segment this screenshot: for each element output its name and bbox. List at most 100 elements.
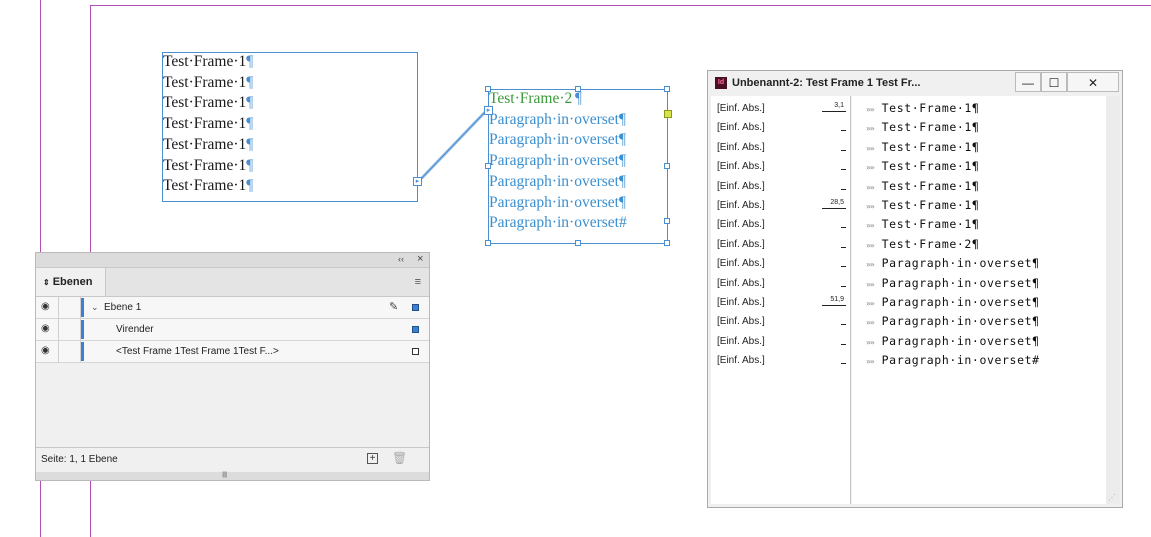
story-text-row[interactable]: »» Test·Frame·1¶ [852,177,1106,196]
panel-menu-icon[interactable]: ≡ [415,277,421,288]
story-text-row[interactable]: »» Test·Frame·1¶ [852,99,1106,118]
text-frame-1[interactable]: Test·Frame·1¶ Test·Frame·1¶ Test·Frame·1¶ T… [162,52,422,202]
story-text-line: »» Test·Frame·1¶ [866,138,979,158]
panel-resize-grip[interactable]: |||||||| [36,472,429,480]
story-text-row[interactable]: »» Test·Frame·2¶ [852,235,1106,254]
style-row: [Einf. Abs.] [711,332,850,351]
panel-footer: Seite: 1, 1 Ebene + 🗑 [36,447,429,472]
collapse-panel-icon[interactable]: ‹‹ [398,253,404,266]
resize-handle-bottom-right[interactable] [664,240,670,246]
story-text-content: Paragraph·in·overset# [881,353,1040,368]
layer-name: Virender [116,324,154,335]
story-text-row[interactable]: »» Paragraph·in·overset¶ [852,312,1106,331]
story-text-row[interactable]: »» Paragraph·in·overset¶ [852,274,1106,293]
resize-handle-lower-right-extra[interactable] [664,218,670,224]
expand-chevron-icon[interactable]: ⌄ [91,297,99,318]
paragraph-style-name: [Einf. Abs.] [717,355,765,367]
minimize-button[interactable]: — [1015,72,1041,92]
frame-1-line-text: Test·Frame·1 [163,177,247,195]
pilcrow-mark: ¶ [246,156,254,174]
updown-arrows-icon: ⇕ [43,278,50,287]
resize-handle-bottom-center[interactable] [575,240,581,246]
frame-2-line-text: Paragraph·in·overset [489,110,619,128]
line-end-mark: # [618,214,627,232]
eye-icon[interactable]: ◉ [41,301,50,312]
story-text-row[interactable]: »» Test·Frame·1¶ [852,118,1106,137]
story-text-line: »» Paragraph·in·overset¶ [866,312,1040,332]
layer-row-text-frame[interactable]: ◉ <Test Frame 1Test Frame 1Test F...> [36,341,429,363]
story-text-row[interactable]: »» Paragraph·in·overset¶ [852,293,1106,312]
selection-swatch-icon[interactable] [412,304,419,311]
close-button[interactable]: ✕ [1067,72,1119,92]
maximize-button[interactable]: ☐ [1041,72,1067,92]
story-text-column[interactable]: »» Test·Frame·1¶ »» Test·Frame·1¶ »» Test·Fra… [852,96,1106,504]
resize-handle-top-center[interactable] [575,86,581,92]
panel-status-text: Seite: 1, 1 Ebene [41,454,118,465]
eye-icon[interactable]: ◉ [41,323,50,334]
style-row: [Einf. Abs.] [711,177,850,196]
paragraph-style-name: [Einf. Abs.] [717,122,765,134]
resize-handle-top-left[interactable] [485,86,491,92]
style-row: [Einf. Abs.] [711,235,850,254]
style-row: [Einf. Abs.] [711,157,850,176]
story-text-row[interactable]: »» Paragraph·in·overset# [852,351,1106,370]
style-row: [Einf. Abs.] 51,9 [711,293,850,312]
resize-handle-bottom-left[interactable] [485,240,491,246]
grip-dots-icon: |||||||| [222,472,228,478]
text-frame-2[interactable]: Test·Frame·2 ¶ Paragraph·in·overset¶ Paragr… [484,86,672,246]
overset-indicator-icon[interactable] [664,110,672,118]
frame-2-first-line: Test·Frame·2 [489,90,573,107]
window-title: Unbenannt-2: Test Frame 1 Test Fr... [732,77,921,89]
frame-2-overset-line: Paragraph·in·overset¶ [489,151,626,172]
tab-ebenen[interactable]: ⇕ Ebenen [36,268,106,296]
story-text-line: »» Paragraph·in·overset# [866,351,1040,371]
line-end-mark: ¶ [618,152,627,170]
paragraph-chevron-icon: »» [866,337,875,347]
paragraph-chevron-icon: »» [866,182,875,192]
style-row: [Einf. Abs.] [711,254,850,273]
delete-layer-icon[interactable]: 🗑 [392,451,407,465]
eye-icon[interactable]: ◉ [41,345,50,356]
pilcrow-mark: ¶ [246,73,254,91]
frame-2-overset-line: Paragraph·in·overset¶ [489,193,626,214]
frame-1-line-text: Test·Frame·1 [163,53,247,70]
frame-1-line-text: Test·Frame·1 [163,135,247,153]
story-text-row[interactable]: »» Test·Frame·1¶ [852,157,1106,176]
resize-grip-icon[interactable]: ⋰ [1108,493,1116,502]
story-text-row[interactable]: »» Test·Frame·1¶ [852,215,1106,234]
story-text-row[interactable]: »» Paragraph·in·overset¶ [852,254,1106,273]
frame-1-line: Test·Frame·1¶ [163,135,253,156]
paragraph-style-name: [Einf. Abs.] [717,161,765,173]
layer-row-virender[interactable]: ◉ Virender [36,319,429,341]
paragraph-style-name: [Einf. Abs.] [717,103,765,114]
selection-swatch-icon[interactable] [412,348,419,355]
new-layer-icon[interactable]: + [367,453,378,464]
paragraph-style-name: [Einf. Abs.] [717,335,765,347]
layer-name: <Test Frame 1Test Frame 1Test F...> [116,346,279,357]
selection-swatch-icon[interactable] [412,326,419,333]
frame-1-line: Test·Frame·1¶ [163,52,253,73]
pilcrow-mark: ¶ [246,94,254,112]
out-port-icon[interactable]: ▸ [413,177,422,186]
resize-handle-middle-left[interactable] [485,163,491,169]
close-panel-icon[interactable]: × [417,253,423,266]
resize-handle-top-right[interactable] [664,86,670,92]
in-port-icon[interactable]: ▸ [484,106,493,115]
resize-handle-middle-right[interactable] [664,163,670,169]
style-row: [Einf. Abs.] [711,138,850,157]
story-text-row[interactable]: »» Test·Frame·1¶ [852,138,1106,157]
story-text-row[interactable]: »» Test·Frame·1¶ [852,196,1106,215]
depth-ruler-tick [841,149,846,151]
depth-ruler-tick [841,130,846,132]
layer-row-ebene-1[interactable]: ◉ ⌄ Ebene 1 ✎ [36,297,429,319]
line-end-mark: ¶ [618,172,627,190]
depth-ruler-tick [841,324,846,326]
paragraph-style-name: [Einf. Abs.] [717,238,765,250]
story-text-row[interactable]: »» Paragraph·in·overset¶ [852,332,1106,351]
frame-1-line-text: Test·Frame·1 [163,94,247,112]
layer-color-bar [81,342,84,361]
window-titlebar[interactable]: Id Unbenannt-2: Test Frame 1 Test Fr... … [708,71,1122,95]
frame-1-line: Test·Frame·1¶ [163,156,253,177]
paragraph-style-name: [Einf. Abs.] [717,180,765,192]
vertical-scrollbar[interactable]: ⋰ [1106,96,1120,504]
